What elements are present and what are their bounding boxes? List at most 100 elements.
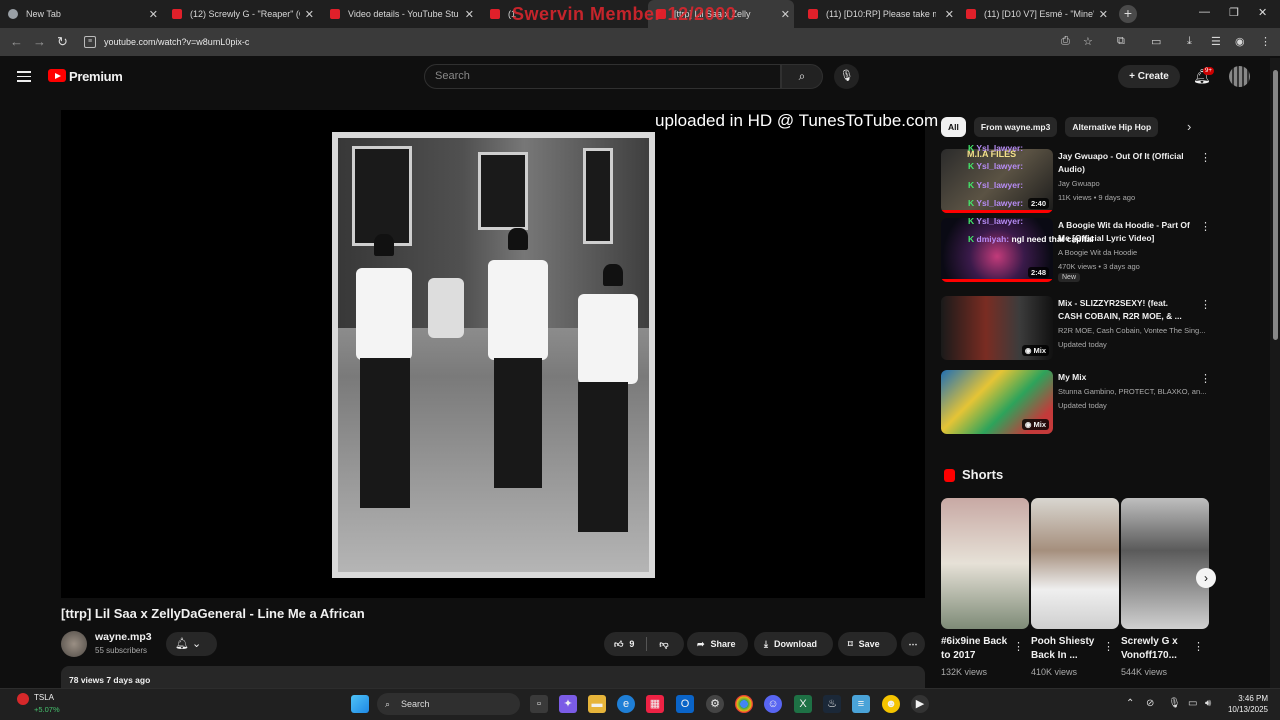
short-thumbnail[interactable]: [1121, 498, 1209, 629]
store-icon[interactable]: ▦: [646, 695, 664, 713]
copilot-icon[interactable]: ✦: [559, 695, 577, 713]
sidepanel-icon[interactable]: ▭: [1151, 35, 1161, 48]
chip-alt-hip-hop[interactable]: Alternative Hip Hop: [1065, 117, 1159, 137]
rec-title[interactable]: Mix - SLIZZYR2SEXY! (feat. CASH COBAIN, …: [1058, 297, 1193, 323]
back-icon[interactable]: ←: [10, 34, 23, 49]
media-player-icon[interactable]: ▶: [911, 695, 929, 713]
search-button[interactable]: ⌕: [781, 64, 823, 89]
steam-icon[interactable]: ♨: [823, 695, 841, 713]
rec-channel[interactable]: A Boogie Wit da Hoodie: [1058, 248, 1208, 257]
channel-name[interactable]: wayne.mp3: [95, 631, 152, 643]
recommendation-item[interactable]: 2:48 A Boogie Wit da Hoodie - Part Of Me…: [941, 218, 1211, 284]
save-button[interactable]: ⌑ Save: [838, 632, 897, 656]
taskbar-clock[interactable]: 3:46 PM 10/13/2025: [1222, 693, 1268, 715]
short-thumbnail[interactable]: [1031, 498, 1119, 629]
close-icon[interactable]: ✕: [1099, 8, 1108, 21]
emoji-app-icon[interactable]: ☻: [882, 695, 900, 713]
rec-thumbnail[interactable]: ◉ Mix: [941, 370, 1053, 434]
new-tab-button[interactable]: +: [1119, 5, 1137, 23]
close-icon[interactable]: ✕: [305, 8, 314, 21]
chip-all[interactable]: All: [941, 117, 966, 137]
tab-new-tab[interactable]: New Tab ✕: [8, 0, 158, 28]
stock-widget-icon[interactable]: [17, 693, 29, 705]
tray-chevron-icon[interactable]: ⌃: [1126, 698, 1134, 709]
share-button[interactable]: ➦ Share: [687, 632, 748, 656]
recommendation-item[interactable]: ◉ Mix My Mix Stunna Gambino, PROTECT, BL…: [941, 370, 1211, 436]
reload-icon[interactable]: ↻: [57, 34, 68, 50]
windows-start-icon[interactable]: [351, 695, 369, 713]
chip-from-channel[interactable]: From wayne.mp3: [973, 117, 1058, 137]
file-explorer-icon[interactable]: ▬: [588, 695, 606, 713]
task-view-icon[interactable]: ▫: [530, 695, 548, 713]
discord-icon[interactable]: ☺: [764, 695, 782, 713]
profile-icon[interactable]: ◉: [1235, 35, 1245, 48]
tray-display-icon[interactable]: ▭: [1188, 698, 1197, 709]
rec-title[interactable]: My Mix: [1058, 371, 1193, 384]
edge-icon[interactable]: e: [617, 695, 635, 713]
chevron-right-icon[interactable]: ›: [1187, 119, 1191, 134]
tab-screwly-reaper[interactable]: (12) Screwly G - "Reaper" (Offic ✕: [172, 0, 314, 28]
more-vertical-icon[interactable]: ⋮: [1200, 151, 1211, 164]
thumbs-up-icon[interactable]: 👍︎: [614, 632, 623, 656]
chrome-menu-icon[interactable]: ⋮: [1260, 35, 1271, 48]
minimize-icon[interactable]: —: [1199, 6, 1210, 18]
page-scrollbar[interactable]: [1270, 58, 1280, 688]
thumbs-down-icon[interactable]: 👎︎: [659, 632, 668, 656]
window-close-icon[interactable]: ✕: [1258, 6, 1267, 19]
download-icon[interactable]: ⤓: [1187, 35, 1192, 48]
notepad-icon[interactable]: ≡: [852, 695, 870, 713]
recommendation-item[interactable]: ◉ Mix Mix - SLIZZYR2SEXY! (feat. CASH CO…: [941, 296, 1211, 362]
hamburger-menu-icon[interactable]: [17, 71, 31, 82]
restore-icon[interactable]: ❐: [1229, 6, 1239, 19]
tray-network-off-icon[interactable]: ⊘: [1146, 698, 1154, 709]
extensions-icon[interactable]: ⧉: [1117, 35, 1125, 48]
outlook-icon[interactable]: O: [676, 695, 694, 713]
more-vertical-icon[interactable]: ⋮: [1103, 640, 1114, 653]
close-icon[interactable]: ✕: [781, 8, 790, 21]
rec-thumbnail[interactable]: 2:48: [941, 218, 1053, 282]
scrollbar-thumb[interactable]: [1273, 70, 1278, 340]
create-button[interactable]: + Create: [1118, 65, 1180, 88]
forward-icon[interactable]: →: [33, 34, 46, 49]
short-title[interactable]: #6ix9ine Back to 2017: [941, 635, 1011, 663]
close-icon[interactable]: ✕: [149, 8, 158, 21]
more-vertical-icon[interactable]: ⋮: [1200, 298, 1211, 311]
tray-mic-icon[interactable]: 🎙: [1168, 698, 1181, 709]
close-icon[interactable]: ✕: [945, 8, 954, 21]
taskbar-search[interactable]: ⌕ Search: [377, 693, 520, 715]
brand-label[interactable]: Premium: [69, 69, 123, 84]
bookmark-star-icon[interactable]: ☆: [1083, 35, 1093, 48]
tab-d10rp[interactable]: (11) [D10:RP] Please take me ba ✕: [808, 0, 954, 28]
address-bar[interactable]: ≡ youtube.com/watch?v=w8umL0pix-c: [84, 32, 984, 52]
chrome-taskbar-icon[interactable]: [735, 695, 753, 713]
more-vertical-icon[interactable]: ⋮: [1193, 640, 1204, 653]
rec-title[interactable]: Jay Gwuapo - Out Of It (Official Audio): [1058, 150, 1193, 176]
more-actions-button[interactable]: ⋯: [901, 632, 925, 656]
rec-channel[interactable]: Jay Gwuapo: [1058, 179, 1208, 188]
tab-youtube-studio[interactable]: Video details - YouTube Studio ✕: [330, 0, 474, 28]
more-vertical-icon[interactable]: ⋮: [1200, 220, 1211, 233]
account-avatar[interactable]: [1229, 66, 1250, 87]
short-title[interactable]: Screwly G x Vonoff170...: [1121, 635, 1191, 663]
reading-list-icon[interactable]: ☰: [1211, 35, 1221, 48]
stock-ticker[interactable]: TSLA: [34, 693, 54, 702]
tab-esme-mine[interactable]: (11) [D10 V7] Esmé - "Mine" | G ✕: [966, 0, 1108, 28]
voice-search-button[interactable]: 🎙: [834, 64, 859, 89]
like-count[interactable]: 9: [629, 632, 634, 656]
shorts-next-button[interactable]: ›: [1196, 568, 1216, 588]
search-input[interactable]: Search: [424, 64, 781, 89]
close-icon[interactable]: ✕: [465, 8, 474, 21]
youtube-logo-icon[interactable]: [48, 69, 66, 82]
rec-channel[interactable]: Stunna Gambino, PROTECT, BLAXKO, an...: [1058, 387, 1208, 396]
subscribed-button[interactable]: 🔔︎ ⌄: [166, 632, 217, 656]
short-title[interactable]: Pooh Shiesty Back In ...: [1031, 635, 1103, 663]
site-info-icon[interactable]: ≡: [84, 36, 96, 48]
short-thumbnail[interactable]: [941, 498, 1029, 629]
channel-avatar[interactable]: [61, 631, 87, 657]
excel-icon[interactable]: X: [794, 695, 812, 713]
install-app-icon[interactable]: ⎙: [1061, 35, 1070, 48]
more-vertical-icon[interactable]: ⋮: [1013, 640, 1024, 653]
more-vertical-icon[interactable]: ⋮: [1200, 372, 1211, 385]
settings-gear-icon[interactable]: ⚙: [706, 695, 724, 713]
tray-volume-icon[interactable]: 🔊︎: [1205, 698, 1211, 709]
